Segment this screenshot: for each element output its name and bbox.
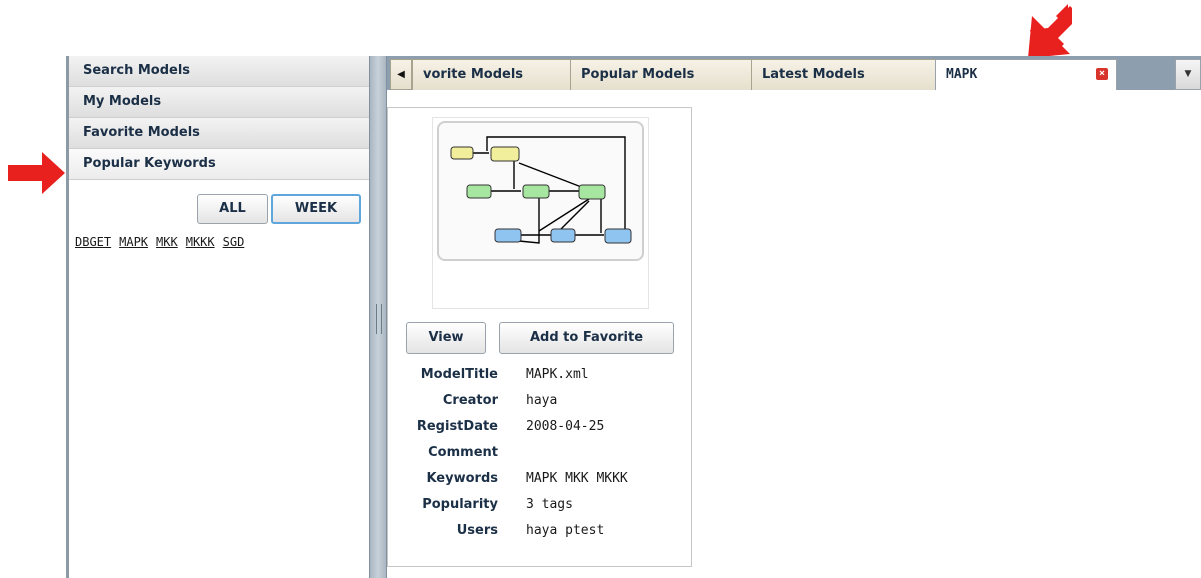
info-value: haya [526,393,558,408]
tab-bar: ◀ vorite Models Popular Models Latest Mo… [387,56,1201,90]
model-thumbnail[interactable] [437,121,644,261]
annotation-arrow-top-icon [1028,4,1072,58]
tab-menu-button[interactable]: ▼ [1175,59,1201,90]
tab-mapk[interactable]: MAPK × [935,59,1117,90]
info-label: Users [456,523,498,538]
splitter-grip-icon [376,304,382,334]
accordion-favorite-models[interactable]: Favorite Models [69,118,369,149]
arrow-left-icon: ◀ [397,69,405,80]
panel-splitter[interactable] [369,56,387,578]
keyword-link-mkk[interactable]: MKK [156,235,178,249]
week-period-button[interactable]: WEEK [271,194,361,224]
info-row-creator: Creator haya [388,388,688,414]
info-row-users: Users haya ptest [388,518,688,544]
info-label: ModelTitle [420,367,498,382]
tab-label: MAPK [946,67,978,82]
keyword-link-mkkk[interactable]: MKKK [186,235,215,249]
view-button[interactable]: View [406,322,486,354]
model-card: View Add to Favorite ModelTitle MAPK.xml… [387,107,692,567]
tab-label: vorite Models [423,67,524,82]
tab-scroll-left-button[interactable]: ◀ [390,59,412,90]
keyword-link-mapk[interactable]: MAPK [119,235,148,249]
info-label: Keywords [426,471,498,486]
info-label: Comment [428,445,498,460]
info-row-popularity: Popularity 3 tags [388,492,688,518]
tab-popular-models[interactable]: Popular Models [570,59,752,90]
accordion-my-models[interactable]: My Models [69,87,369,118]
info-value: MAPK MKK MKKK [526,471,628,486]
keyword-list: DBGET MAPK MKK MKKK SGD [75,235,252,249]
content-area: View Add to Favorite ModelTitle MAPK.xml… [387,90,1201,578]
info-value: 2008-04-25 [526,419,605,434]
info-value: MAPK.xml [526,367,589,382]
info-label: RegistDate [416,419,498,434]
left-panel: Search Models My Models Favorite Models … [69,56,369,578]
info-value: 3 tags [526,497,573,512]
model-thumbnail-frame [432,117,649,309]
close-tab-icon[interactable]: × [1096,68,1108,80]
all-period-button[interactable]: ALL [197,194,268,224]
tab-label: Latest Models [762,67,865,82]
info-row-model-title: ModelTitle MAPK.xml [388,362,688,388]
add-to-favorite-button[interactable]: Add to Favorite [499,322,674,354]
info-row-comment: Comment [388,440,688,466]
info-label: Popularity [422,497,498,512]
info-row-regist-date: RegistDate 2008-04-25 [388,414,688,440]
chevron-down-icon: ▼ [1184,69,1192,79]
tab-latest-models[interactable]: Latest Models [751,59,936,90]
keyword-link-sgd[interactable]: SGD [223,235,245,249]
keyword-link-dbget[interactable]: DBGET [75,235,111,249]
accordion-popular-keywords[interactable]: Popular Keywords [69,149,369,180]
pathway-diagram-icon [450,136,632,244]
accordion-search-models[interactable]: Search Models [69,56,369,87]
info-row-keywords: Keywords MAPK MKK MKKK [388,466,688,492]
tab-favorite-models[interactable]: vorite Models [412,59,571,90]
annotation-arrow-left-icon [8,152,65,194]
info-value: haya ptest [526,523,605,538]
tab-label: Popular Models [581,67,695,82]
info-label: Creator [442,393,498,408]
